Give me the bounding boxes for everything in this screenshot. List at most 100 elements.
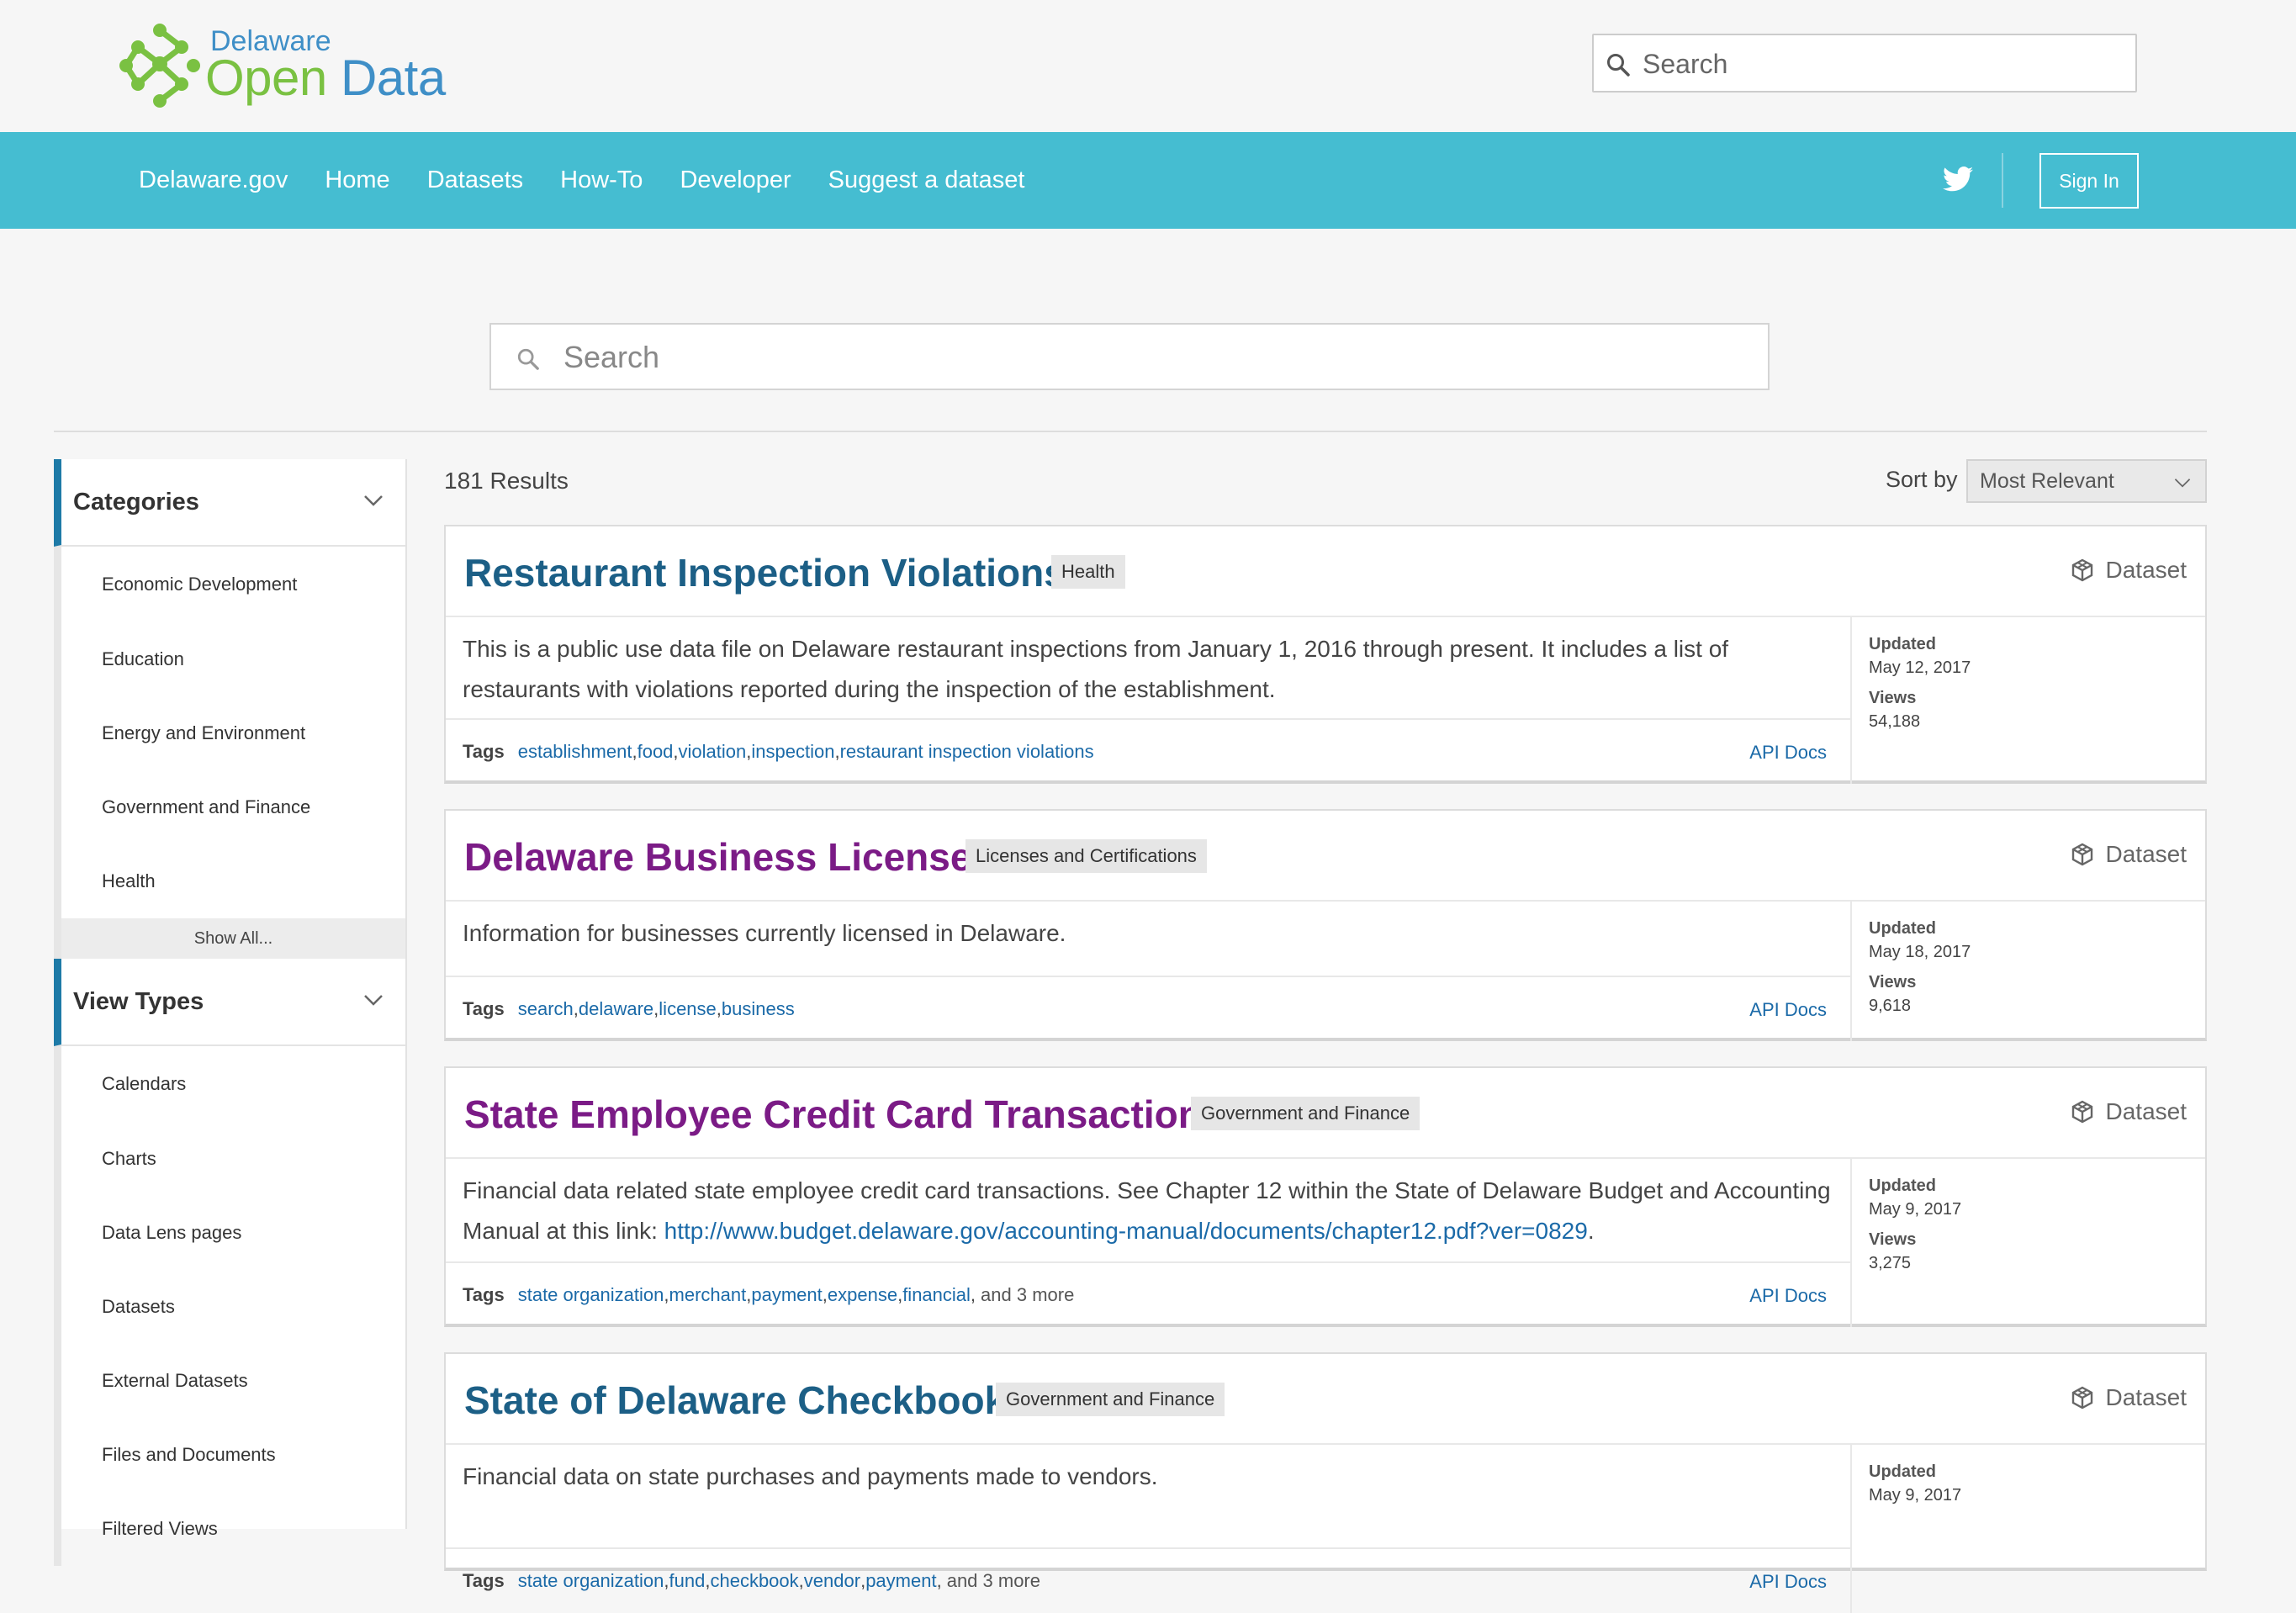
logo-open-data-text: Open Data <box>205 49 446 107</box>
dataset-title-link[interactable]: State of Delaware Checkbook <box>464 1378 1006 1423</box>
tag-separator: , <box>970 1284 976 1305</box>
catalog-search-box[interactable] <box>489 323 1770 390</box>
card-metadata: Updated May 9, 2017 Views 3,275 <box>1869 1174 2188 1282</box>
tag-link[interactable]: state organization <box>518 1570 664 1592</box>
sort-dropdown[interactable]: Most Relevant <box>1966 459 2207 503</box>
main-navigation: Delaware.gov Home Datasets How-To Develo… <box>0 132 2296 229</box>
description-link[interactable]: http://www.budget.delaware.gov/accountin… <box>664 1218 1588 1244</box>
nav-link-delaware-gov[interactable]: Delaware.gov <box>139 167 288 194</box>
delaware-open-data-logo[interactable]: Delaware Open Data <box>119 24 456 108</box>
tag-link[interactable]: merchant <box>669 1284 747 1306</box>
views-count: 3,275 <box>1869 1254 1912 1272</box>
dataset-title-link[interactable]: Restaurant Inspection Violations <box>464 550 1066 595</box>
twitter-icon[interactable] <box>1943 166 1973 193</box>
view-type-external-datasets[interactable]: External Datasets <box>61 1344 405 1418</box>
sign-in-button[interactable]: Sign In <box>2039 153 2139 209</box>
card-body: Information for businesses currently lic… <box>446 902 2205 1041</box>
dataset-card: Restaurant Inspection Violations Health Da… <box>444 525 2207 784</box>
updated-label: Updated <box>1869 919 1936 938</box>
tag-link[interactable]: payment <box>865 1570 936 1592</box>
logo-network-icon <box>119 24 200 108</box>
tags-label: Tags <box>463 741 505 762</box>
dataset-cube-icon <box>2071 558 2092 582</box>
tag-link[interactable]: business <box>722 998 795 1020</box>
updated-label: Updated <box>1869 1462 1936 1481</box>
views-count: 9,618 <box>1869 997 1912 1015</box>
tag-link[interactable]: expense <box>828 1284 897 1306</box>
card-metadata: Updated May 9, 2017 <box>1869 1460 2188 1514</box>
nav-link-home[interactable]: Home <box>325 167 389 194</box>
asset-type: Dataset <box>2071 1098 2188 1125</box>
card-header: Delaware Business Licenses Licenses and C… <box>446 811 2205 902</box>
category-energy-environment[interactable]: Energy and Environment <box>61 696 405 770</box>
view-type-calendars[interactable]: Calendars <box>61 1046 405 1122</box>
tag-link[interactable]: search <box>518 998 574 1020</box>
category-economic-development[interactable]: Economic Development <box>61 547 405 622</box>
dataset-description: Financial data on state purchases and pa… <box>446 1445 1850 1497</box>
category-education[interactable]: Education <box>61 622 405 696</box>
tags-row: Tags state organization, fund, checkbook,… <box>446 1547 1850 1613</box>
dataset-card: Delaware Business Licenses Licenses and C… <box>444 809 2207 1041</box>
tag-link[interactable]: restaurant inspection violations <box>840 741 1094 763</box>
category-government-finance[interactable]: Government and Finance <box>61 770 405 844</box>
card-header: State Employee Credit Card Transactions G… <box>446 1068 2205 1159</box>
description-text: This is a public use data file on Delawa… <box>463 636 1729 702</box>
api-docs-link[interactable]: API Docs <box>1749 999 1827 1021</box>
tag-link[interactable]: violation <box>679 741 747 763</box>
view-types-facet-title: View Types <box>73 987 204 1015</box>
categories-facet-header[interactable]: Categories <box>54 459 405 547</box>
dataset-cube-icon <box>2071 843 2092 866</box>
tag-link[interactable]: vendor <box>804 1570 860 1592</box>
asset-type: Dataset <box>2071 841 2187 868</box>
chevron-down-icon <box>2174 479 2191 488</box>
view-type-files-documents[interactable]: Files and Documents <box>61 1418 405 1492</box>
tag-link[interactable]: inspection <box>751 741 834 763</box>
dataset-description: Financial data related state employee cr… <box>446 1159 1850 1251</box>
header-search-box[interactable] <box>1592 34 2137 93</box>
category-badge[interactable]: Licenses and Certifications <box>965 839 1207 873</box>
logo-data-word: Data <box>326 50 446 106</box>
nav-link-datasets[interactable]: Datasets <box>427 167 523 194</box>
view-type-data-lens-pages[interactable]: Data Lens pages <box>61 1196 405 1270</box>
tags-row: Tags state organization, merchant, paymen… <box>446 1261 1850 1327</box>
nav-link-developer[interactable]: Developer <box>680 167 791 194</box>
tag-link[interactable]: checkbook <box>710 1570 798 1592</box>
nav-links: Delaware.gov Home Datasets How-To Develo… <box>139 132 1061 229</box>
view-type-datasets[interactable]: Datasets <box>61 1270 405 1344</box>
view-types-facet-header[interactable]: View Types <box>54 959 405 1046</box>
dataset-description: Information for businesses currently lic… <box>446 902 1850 954</box>
asset-type-label: Dataset <box>2105 1098 2188 1124</box>
catalog-search-input[interactable] <box>562 325 1759 390</box>
tag-link[interactable]: fund <box>669 1570 706 1592</box>
dataset-title-link[interactable]: State Employee Credit Card Transactions <box>464 1092 1223 1137</box>
categories-facet-title: Categories <box>73 488 199 516</box>
nav-link-how-to[interactable]: How-To <box>560 167 643 194</box>
category-badge[interactable]: Health <box>1051 555 1125 589</box>
dataset-title-link[interactable]: Delaware Business Licenses <box>464 834 993 880</box>
nav-link-suggest-dataset[interactable]: Suggest a dataset <box>828 167 1025 194</box>
tag-link[interactable]: establishment <box>518 741 632 763</box>
divider <box>54 431 2207 432</box>
view-type-filtered-views[interactable]: Filtered Views <box>61 1492 405 1566</box>
categories-show-all-button[interactable]: Show All... <box>61 918 405 959</box>
tag-link[interactable]: payment <box>751 1284 822 1306</box>
tag-link[interactable]: license <box>659 998 716 1020</box>
updated-date: May 9, 2017 <box>1869 1486 1962 1505</box>
view-type-charts[interactable]: Charts <box>61 1122 405 1196</box>
asset-type: Dataset <box>2071 1384 2187 1411</box>
category-badge[interactable]: Government and Finance <box>1191 1097 1420 1130</box>
api-docs-link[interactable]: API Docs <box>1749 1285 1827 1307</box>
tag-separator: , <box>936 1570 942 1591</box>
api-docs-link[interactable]: API Docs <box>1749 1571 1827 1593</box>
category-badge[interactable]: Government and Finance <box>996 1383 1225 1416</box>
tag-link[interactable]: delaware <box>579 998 653 1020</box>
header-search-input[interactable] <box>1641 35 2132 93</box>
api-docs-link[interactable]: API Docs <box>1749 742 1827 764</box>
more-tags[interactable]: and 3 more <box>947 1570 1040 1592</box>
tag-link[interactable]: state organization <box>518 1284 664 1306</box>
more-tags[interactable]: and 3 more <box>981 1284 1074 1306</box>
search-icon <box>1607 54 1630 77</box>
tag-link[interactable]: food <box>637 741 674 763</box>
category-health[interactable]: Health <box>61 844 405 918</box>
tag-link[interactable]: financial <box>902 1284 971 1306</box>
